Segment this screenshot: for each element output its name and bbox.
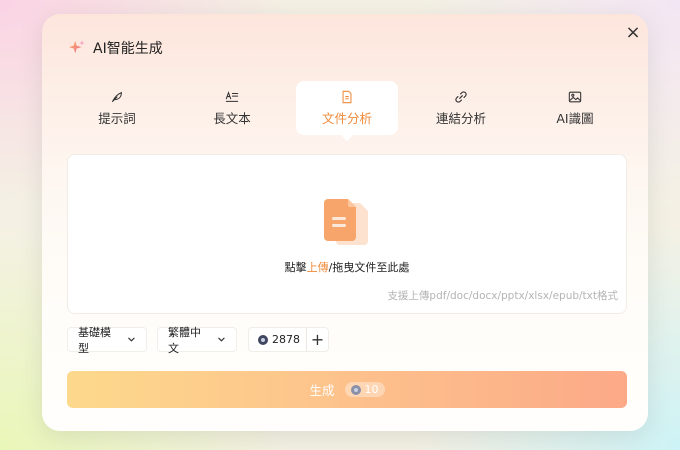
add-credits-button[interactable]: + xyxy=(306,328,328,351)
chevron-down-icon xyxy=(218,337,225,342)
tab-label: 長文本 xyxy=(213,110,251,126)
language-select[interactable]: 繁體中文 xyxy=(157,326,237,355)
ai-generate-dialog: × AI智能生成 提示詞 長文本 文件分析 連結分析 AI識圖 點擊上傳/拖曳文… xyxy=(42,14,648,431)
image-icon xyxy=(568,91,582,102)
feather-icon xyxy=(112,91,122,102)
upload-hint-suffix: /拖曳文件至此處 xyxy=(328,261,410,274)
tab-label: AI識圖 xyxy=(556,110,594,126)
language-select-value: 繁體中文 xyxy=(168,325,201,355)
upload-link[interactable]: 上傳 xyxy=(307,261,329,274)
tab-label: 文件分析 xyxy=(321,110,372,126)
generate-label: 生成 xyxy=(309,383,335,398)
tab-file-analysis[interactable]: 文件分析 xyxy=(296,81,398,141)
link-icon xyxy=(455,90,467,103)
supported-formats: 支援上傳pdf/doc/docx/pptx/xlsx/epub/txt格式 xyxy=(387,290,618,302)
generate-cost-badge: 10 xyxy=(344,382,385,397)
coin-icon xyxy=(350,384,361,395)
model-select-value: 基礎模型 xyxy=(78,325,111,355)
file-upload-dropzone[interactable]: 點擊上傳/拖曳文件至此處 支援上傳pdf/doc/docx/pptx/xlsx/… xyxy=(67,154,627,314)
upload-hint-prefix: 點擊 xyxy=(284,261,307,274)
tab-long-text[interactable]: 長文本 xyxy=(181,81,283,135)
close-icon[interactable]: × xyxy=(624,24,642,42)
dialog-title: AI智能生成 xyxy=(93,41,163,57)
credits-balance: 2878 + xyxy=(248,327,329,352)
model-select[interactable]: 基礎模型 xyxy=(67,326,147,355)
file-upload-icon xyxy=(324,199,368,245)
tab-prompt[interactable]: 提示詞 xyxy=(66,81,168,135)
tab-label: 連結分析 xyxy=(435,110,486,126)
chevron-down-icon xyxy=(128,337,135,342)
coin-icon xyxy=(258,334,268,345)
document-icon xyxy=(342,90,352,103)
credits-value-group: 2878 xyxy=(249,328,306,351)
tab-bar: 提示詞 長文本 文件分析 連結分析 AI識圖 xyxy=(66,81,626,141)
tab-ai-image[interactable]: AI識圖 xyxy=(524,81,626,135)
sparkle-icon xyxy=(68,40,85,54)
upload-hint: 點擊上傳/拖曳文件至此處 xyxy=(68,259,626,275)
tab-link-analysis[interactable]: 連結分析 xyxy=(410,81,512,135)
generate-button[interactable]: 生成 10 xyxy=(67,371,627,408)
dialog-header: AI智能生成 xyxy=(68,38,163,58)
text-icon xyxy=(225,90,239,102)
credits-value: 2878 xyxy=(272,333,300,346)
tab-label: 提示詞 xyxy=(98,110,136,126)
generate-cost: 10 xyxy=(364,383,379,396)
